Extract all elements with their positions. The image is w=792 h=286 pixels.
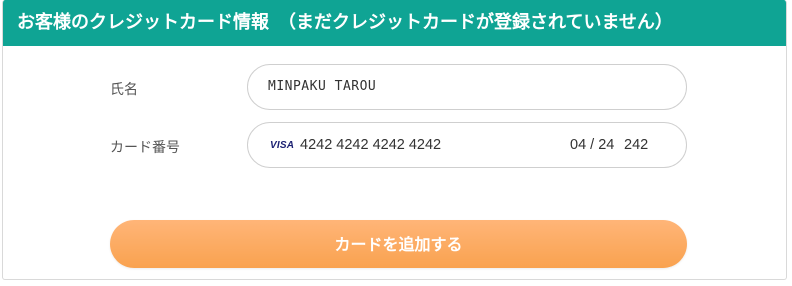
card-cvc-input[interactable]: 242 (624, 123, 648, 167)
credit-card-panel: お客様のクレジットカード情報 （まだクレジットカードが登録されていません） 氏名… (2, 0, 787, 280)
visa-icon: VISA (270, 140, 295, 151)
card-input-field[interactable]: VISA 4242 4242 4242 4242 04 / 24 242 (247, 122, 687, 168)
card-number-label: カード番号 (110, 140, 180, 156)
name-label: 氏名 (110, 82, 138, 98)
card-expiry-input[interactable]: 04 / 24 (570, 123, 614, 167)
card-number-input[interactable]: 4242 4242 4242 4242 (300, 123, 441, 167)
name-field[interactable]: MINPAKU TAROU (247, 64, 687, 110)
add-card-button[interactable]: カードを追加する (110, 220, 687, 268)
panel-title: お客様のクレジットカード情報 （まだクレジットカードが登録されていません） (3, 0, 786, 46)
name-value[interactable]: MINPAKU TAROU (268, 65, 376, 109)
